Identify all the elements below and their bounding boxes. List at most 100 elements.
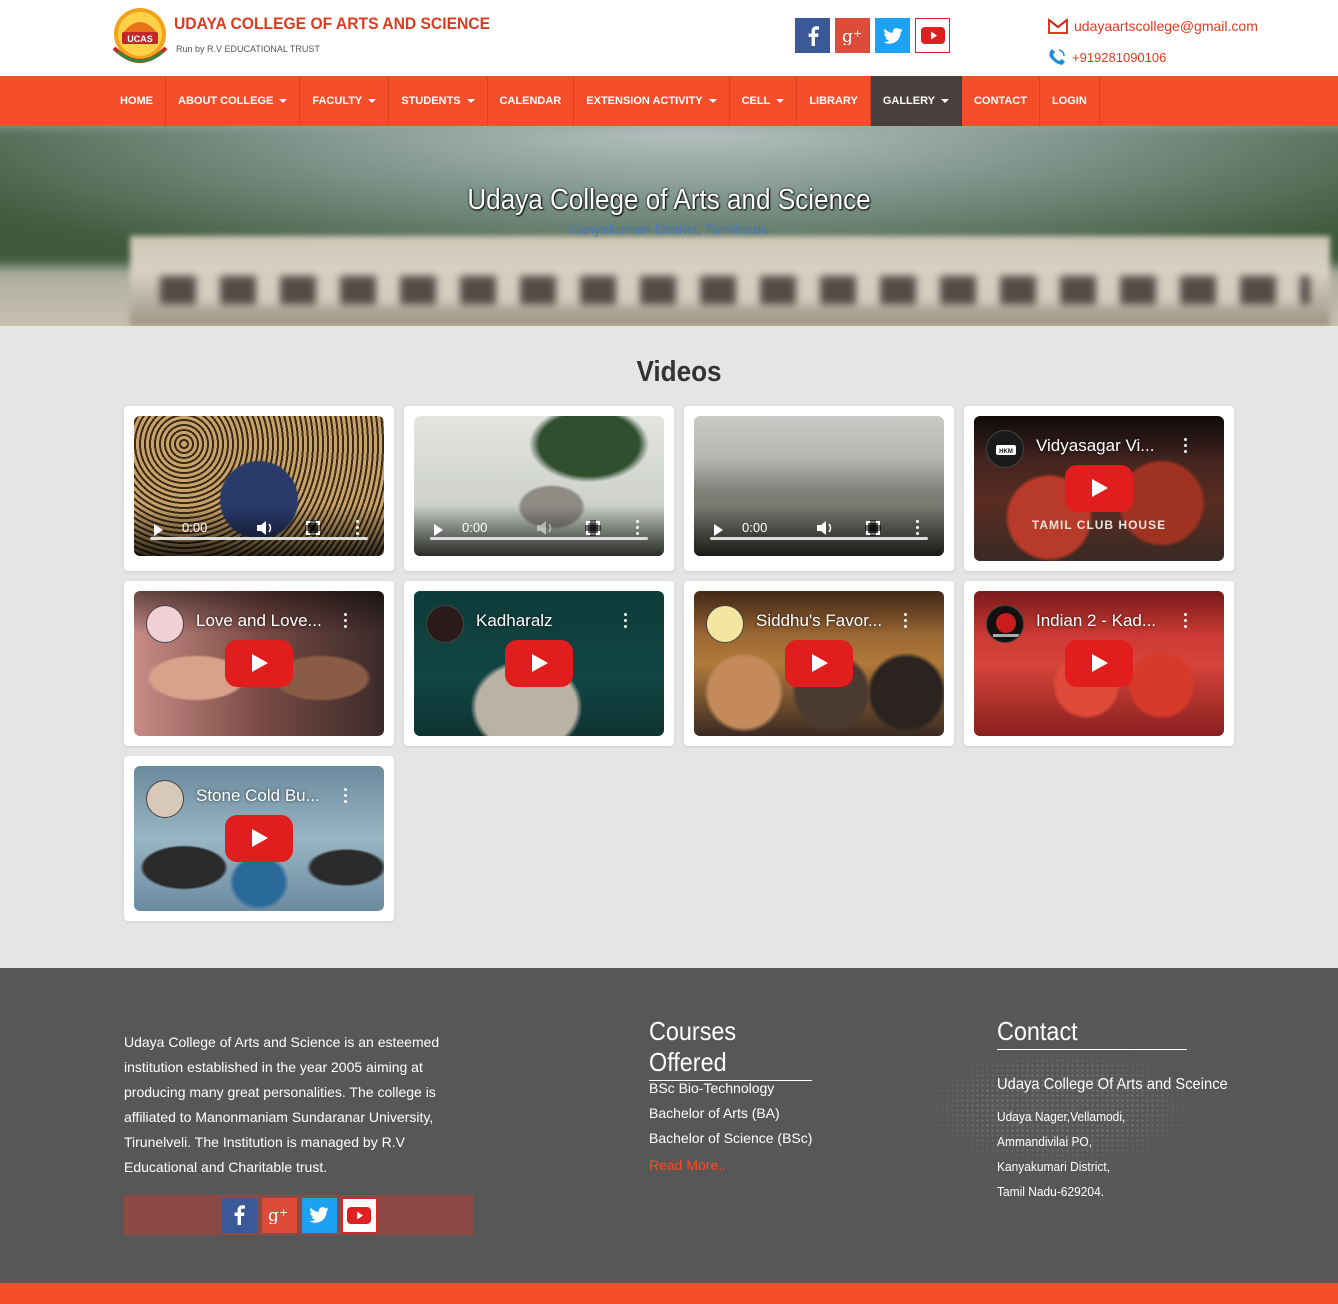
video-player[interactable]: 0:00: [694, 416, 944, 556]
nav-item-label: CALENDAR: [499, 95, 562, 107]
youtube-video-card: Love and Love...: [124, 581, 394, 746]
video-title[interactable]: Stone Cold Bu...: [196, 786, 320, 806]
youtube-play-button[interactable]: [505, 640, 573, 687]
caret-down-icon: [466, 99, 475, 103]
youtube-icon[interactable]: [341, 1197, 377, 1233]
video-card: 0:00: [124, 406, 394, 571]
courses-heading: Courses Offered: [649, 1016, 812, 1081]
twitter-icon[interactable]: [301, 1197, 337, 1233]
google-plus-icon[interactable]: g +: [261, 1197, 297, 1233]
youtube-play-button[interactable]: [1065, 640, 1133, 687]
brand-title[interactable]: UDAYA COLLEGE OF ARTS AND SCIENCE: [174, 14, 490, 34]
hero-title: Udaya College of Arts and Science: [467, 184, 871, 216]
volume-icon[interactable]: [256, 520, 274, 536]
read-more-link[interactable]: Read More..: [649, 1153, 812, 1178]
more-options-icon[interactable]: [636, 520, 640, 536]
play-icon[interactable]: [714, 524, 723, 536]
nav-item-home[interactable]: HOME: [108, 76, 166, 126]
nav-item-students[interactable]: STUDENTS: [389, 76, 488, 126]
header-social-links: g +: [795, 18, 950, 53]
hero-background-windows: [160, 276, 1310, 304]
youtube-embed[interactable]: HKM Vidyasagar Vi... TAMIL CLUB HOUSE: [974, 416, 1224, 561]
channel-avatar[interactable]: [426, 605, 464, 643]
channel-avatar[interactable]: [986, 605, 1024, 643]
youtube-play-button[interactable]: [225, 640, 293, 687]
volume-icon[interactable]: [816, 520, 834, 536]
more-options-icon[interactable]: [356, 520, 360, 536]
header-contact: udayaartscollege@gmail.com +919281090106: [1048, 16, 1258, 78]
facebook-icon[interactable]: [795, 18, 830, 53]
email-text[interactable]: udayaartscollege@gmail.com: [1074, 18, 1258, 34]
youtube-embed[interactable]: Love and Love...: [134, 591, 384, 736]
svg-text:+: +: [853, 27, 862, 40]
phone-icon: [1049, 49, 1065, 65]
youtube-icon[interactable]: [915, 18, 950, 53]
svg-text:HKM: HKM: [999, 449, 1013, 455]
progress-bar[interactable]: [710, 537, 928, 540]
channel-avatar[interactable]: [706, 605, 744, 643]
youtube-embed[interactable]: Indian 2 - Kad...: [974, 591, 1224, 736]
youtube-embed[interactable]: Siddhu's Favor...: [694, 591, 944, 736]
fullscreen-icon[interactable]: [865, 520, 881, 536]
facebook-icon[interactable]: [221, 1197, 257, 1233]
video-player[interactable]: 0:00: [414, 416, 664, 556]
progress-bar[interactable]: [430, 537, 648, 540]
video-player[interactable]: 0:00: [134, 416, 384, 556]
youtube-play-button[interactable]: [225, 815, 293, 862]
video-card: 0:00: [684, 406, 954, 571]
more-options-icon[interactable]: [624, 613, 628, 631]
nav-item-library[interactable]: LIBRARY: [797, 76, 871, 126]
youtube-play-button[interactable]: [785, 640, 853, 687]
nav-item-extension-activity[interactable]: EXTENSION ACTIVITY: [574, 76, 730, 126]
more-options-icon[interactable]: [1184, 438, 1188, 456]
volume-muted-icon[interactable]: [536, 520, 554, 536]
nav-item-about-college[interactable]: ABOUT COLLEGE: [166, 76, 301, 126]
contact-heading: Contact: [997, 1016, 1187, 1050]
youtube-embed[interactable]: Stone Cold Bu...: [134, 766, 384, 911]
nav-item-label: STUDENTS: [401, 95, 461, 107]
more-options-icon[interactable]: [1184, 613, 1188, 631]
video-time: 0:00: [742, 520, 768, 535]
more-options-icon[interactable]: [344, 788, 348, 806]
nav-item-calendar[interactable]: CALENDAR: [488, 76, 575, 126]
video-title[interactable]: Vidyasagar Vi...: [1036, 436, 1154, 456]
fullscreen-icon[interactable]: [305, 520, 321, 536]
youtube-embed[interactable]: Kadharalz: [414, 591, 664, 736]
twitter-icon[interactable]: [875, 18, 910, 53]
nav-item-login[interactable]: LOGIN: [1040, 76, 1100, 126]
phone-text[interactable]: +919281090106: [1072, 50, 1166, 65]
main-navigation: HOME ABOUT COLLEGE FACULTY STUDENTS CALENDAR…: [0, 76, 1338, 126]
top-header: UCAS UDAYA COLLEGE OF ARTS AND SCIENCE R…: [0, 0, 1338, 76]
more-options-icon[interactable]: [344, 613, 348, 631]
channel-avatar[interactable]: HKM: [986, 430, 1024, 468]
contact-address: Udaya Nager,Vellamodi, Ammandivilai PO, …: [997, 1104, 1125, 1204]
nav-item-label: GALLERY: [882, 95, 935, 107]
google-plus-icon[interactable]: g +: [835, 18, 870, 53]
college-logo[interactable]: UCAS: [108, 4, 172, 72]
nav-item-contact[interactable]: CONTACT: [962, 76, 1040, 126]
channel-avatar[interactable]: [146, 780, 184, 818]
video-title[interactable]: Siddhu's Favor...: [756, 611, 882, 631]
play-icon[interactable]: [154, 524, 163, 536]
more-options-icon[interactable]: [904, 613, 908, 631]
nav-item-label: LOGIN: [1051, 95, 1087, 107]
channel-avatar[interactable]: [146, 605, 184, 643]
video-title[interactable]: Love and Love...: [196, 611, 322, 631]
phone-row[interactable]: +919281090106: [1048, 47, 1258, 67]
nav-item-label: CELL: [741, 95, 771, 107]
fullscreen-icon[interactable]: [585, 520, 601, 536]
contact-college-name: Udaya College Of Arts and Sceince: [997, 1076, 1228, 1093]
video-title[interactable]: Kadharalz: [476, 611, 553, 631]
more-options-icon[interactable]: [916, 520, 920, 536]
nav-item-label: FACULTY: [312, 95, 363, 107]
nav-item-cell[interactable]: CELL: [730, 76, 798, 126]
email-row[interactable]: udayaartscollege@gmail.com: [1048, 16, 1258, 36]
video-title[interactable]: Indian 2 - Kad...: [1036, 611, 1156, 631]
progress-bar[interactable]: [150, 537, 368, 540]
nav-item-gallery[interactable]: GALLERY: [870, 76, 962, 126]
youtube-play-button[interactable]: [1065, 465, 1133, 512]
footer-social-links: g +: [124, 1195, 474, 1235]
play-icon[interactable]: [434, 524, 443, 536]
videos-heading: Videos: [636, 356, 722, 388]
nav-item-faculty[interactable]: FACULTY: [300, 76, 390, 126]
